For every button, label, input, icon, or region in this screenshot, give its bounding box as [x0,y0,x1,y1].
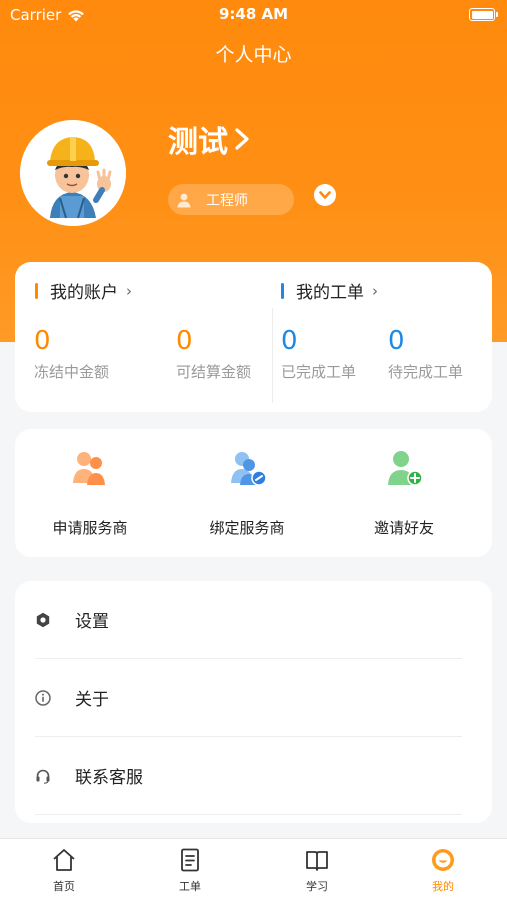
engineer-avatar-icon [20,120,126,226]
my-workorder-title: 我的工单 [296,283,364,303]
card-divider [272,308,273,403]
pending-orders-stat[interactable]: 0 待完成工单 [388,326,463,382]
frozen-amount-value: 0 [34,326,51,356]
apply-provider-icon [73,452,105,485]
user-name: 测试 [168,125,228,160]
shortcuts-card: 申请服务商 绑定服务商 邀请好友 [15,429,492,557]
tab-mine[interactable]: 我的 [403,847,483,894]
info-icon [35,689,51,706]
book-icon [306,851,328,871]
settings-icon [35,612,51,628]
bind-provider-label: 绑定服务商 [209,519,285,537]
menu-label-settings: 设置 [75,612,109,632]
tab-workorder[interactable]: 工单 [150,847,230,894]
smile-icon [432,849,454,871]
my-workorder-link[interactable]: 我的工单 › [281,278,378,303]
tab-label-home: 首页 [53,880,75,893]
chevron-right-icon: › [126,281,132,300]
menu-card: 设置 关于 联系客服 [15,581,492,823]
apply-provider-label: 申请服务商 [52,519,128,537]
chevron-right-icon [235,128,249,150]
bind-provider-button[interactable]: 绑定服务商 [172,443,322,538]
chevron-right-icon: › [372,281,378,300]
invite-friend-label: 邀请好友 [373,519,434,537]
document-icon [181,848,199,872]
workorder-accent-bar [281,282,284,299]
settleable-amount-label: 可结算金额 [176,363,252,381]
account-accent-bar [35,282,38,299]
account-card: 我的账户 › 我的工单 › 0 冻结中金额 0 可结算金额 0 已完成工单 0 … [15,262,492,412]
my-account-title: 我的账户 [50,283,118,303]
tab-home[interactable]: 首页 [24,847,104,894]
home-icon [53,849,75,871]
tab-label-mine: 我的 [432,880,454,893]
pending-orders-label: 待完成工单 [388,363,464,381]
pending-orders-value: 0 [388,326,405,356]
headset-icon [35,768,51,784]
role-badge: 工程师 [168,184,294,215]
my-account-link[interactable]: 我的账户 › [35,278,132,303]
settleable-amount-value: 0 [176,326,193,356]
menu-label-about: 关于 [75,690,109,710]
user-name-link[interactable]: 测试 [168,117,250,161]
menu-item-customer-service[interactable]: 联系客服 [35,737,462,815]
completed-orders-value: 0 [281,326,298,356]
status-time: 9:48 AM [218,5,289,23]
tab-bar: 首页 工单 学习 我的 [0,838,507,900]
completed-orders-stat[interactable]: 0 已完成工单 [281,326,356,382]
page-title: 个人中心 [215,44,292,66]
invite-friend-button[interactable]: 邀请好友 [329,443,479,538]
frozen-amount-label: 冻结中金额 [34,363,110,381]
apply-provider-button[interactable]: 申请服务商 [15,443,165,538]
avatar[interactable] [20,120,126,226]
invite-friend-icon [388,451,423,486]
role-label: 工程师 [206,192,248,209]
menu-item-about[interactable]: 关于 [35,659,462,737]
tab-learning[interactable]: 学习 [277,847,357,894]
chevron-down-icon [319,191,331,199]
bind-provider-icon [231,452,267,486]
person-icon [177,193,191,207]
frozen-amount-stat[interactable]: 0 冻结中金额 [34,326,109,382]
battery-icon [469,8,498,21]
expand-toggle[interactable] [314,184,336,206]
menu-label-customer-service: 联系客服 [75,768,143,788]
tab-label-learning: 学习 [306,880,328,893]
completed-orders-label: 已完成工单 [281,363,357,381]
menu-item-settings[interactable]: 设置 [35,581,462,659]
settleable-amount-stat[interactable]: 0 可结算金额 [176,326,251,382]
tab-label-workorder: 工单 [179,880,201,893]
status-bar: Carrier 9:48 AM [0,0,507,30]
